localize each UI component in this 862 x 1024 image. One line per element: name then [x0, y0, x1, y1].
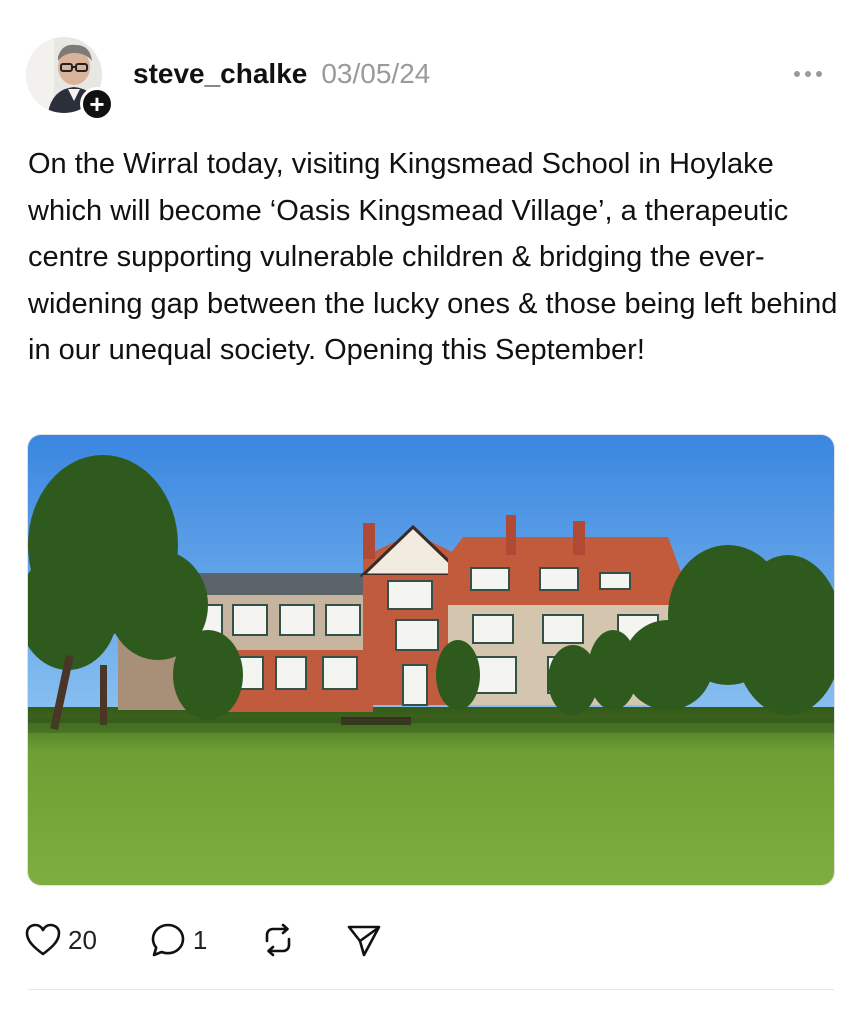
school-building-photo — [28, 435, 834, 885]
like-button[interactable]: 20 — [24, 918, 97, 962]
repost-icon — [266, 923, 291, 957]
reply-button[interactable]: 1 — [149, 918, 207, 962]
divider — [28, 989, 834, 990]
plus-icon: + — [89, 89, 105, 119]
post-image[interactable] — [27, 434, 835, 886]
follow-button[interactable]: + — [80, 87, 114, 121]
heart-icon — [25, 923, 61, 956]
post-text: On the Wirral today, visiting Kingsmead … — [28, 148, 838, 366]
like-count: 20 — [68, 924, 97, 955]
speech-bubble-icon — [151, 923, 185, 957]
more-horizontal-icon[interactable] — [794, 64, 826, 84]
post-date: 03/05/24 — [321, 58, 431, 89]
reply-count: 1 — [192, 924, 208, 955]
repost-button[interactable] — [259, 918, 297, 962]
author-avatar-container[interactable]: + — [26, 37, 114, 121]
post-header: steve_chalke 03/05/24 — [133, 58, 430, 98]
post-actions-bar: 20 1 — [24, 918, 383, 962]
share-button[interactable] — [345, 918, 383, 962]
username[interactable]: steve_chalke — [133, 58, 307, 90]
send-icon — [348, 925, 381, 957]
